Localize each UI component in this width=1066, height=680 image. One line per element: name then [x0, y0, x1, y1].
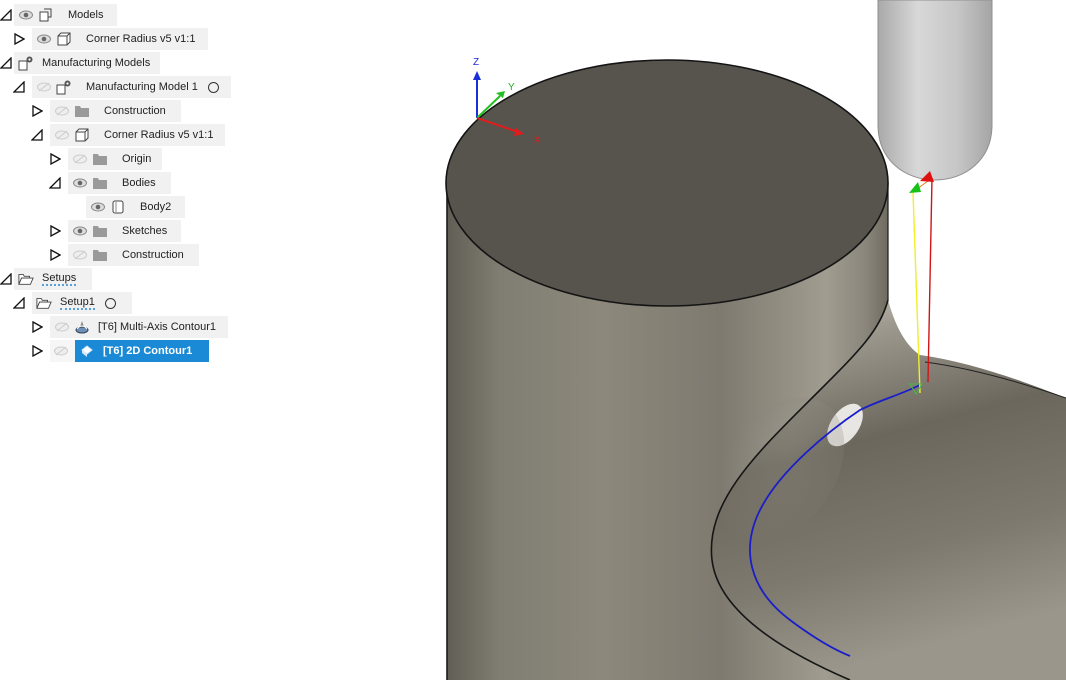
vector-arrow-green [909, 182, 921, 193]
expanded-triangle-icon[interactable] [0, 9, 12, 21]
tree-node-corner-radius-component[interactable]: Corner Radius v5 v1:1 [50, 124, 225, 146]
eye-hidden-icon[interactable] [72, 151, 88, 167]
eye-icon[interactable] [18, 7, 34, 23]
eye-hidden-icon[interactable] [54, 343, 68, 359]
component-icon [56, 31, 72, 47]
tree-label: Setups [42, 272, 77, 286]
eye-hidden-icon[interactable] [54, 319, 70, 335]
tree-node-origin[interactable]: Origin [68, 148, 162, 170]
tree-label: Construction [104, 105, 166, 117]
cylinder-top-face [445, 59, 889, 307]
tool-axis-red [927, 177, 933, 383]
folder-icon [74, 103, 90, 119]
tree-node-corner-radius-model[interactable]: Corner Radius v5 v1:1 [32, 28, 208, 50]
eye-icon[interactable] [72, 175, 88, 191]
manufacturing-model-icon [56, 79, 72, 95]
eye-hidden-icon[interactable] [72, 247, 88, 263]
folder-icon [92, 223, 108, 239]
tree-label: [T6] 2D Contour1 [103, 345, 193, 357]
eye-icon[interactable] [36, 31, 52, 47]
tree-label: Bodies [122, 177, 156, 189]
eye-hidden-icon[interactable] [54, 103, 70, 119]
tree-label: Corner Radius v5 v1:1 [86, 33, 196, 45]
component-group-icon [38, 7, 54, 23]
cutting-tool [877, 0, 993, 181]
body-icon [110, 199, 126, 215]
tree-label: Origin [122, 153, 152, 165]
expanded-triangle-icon[interactable] [13, 297, 25, 309]
tree-node-sketches[interactable]: Sketches [68, 220, 181, 242]
activate-radio-icon[interactable] [207, 81, 219, 93]
axis-label-x: X [534, 135, 541, 146]
tree-node-2d-contour-selected[interactable]: [T6] 2D Contour1 [75, 340, 209, 362]
manufacturing-model-icon [18, 55, 34, 71]
tree-node-manufacturing-model-1[interactable]: Manufacturing Model 1 [32, 76, 231, 98]
eye-hidden-icon[interactable] [54, 127, 70, 143]
collapsed-triangle-icon[interactable] [49, 249, 61, 261]
tree-label: Setup1 [60, 296, 95, 310]
tree-label: [T6] Multi-Axis Contour1 [98, 321, 216, 333]
tree-label: Manufacturing Models [42, 57, 151, 69]
contour-toolpath-icon [79, 343, 95, 359]
setup-folder-icon [36, 295, 52, 311]
tree-node-setup1[interactable]: Setup1 [32, 292, 132, 314]
collapsed-triangle-icon[interactable] [31, 321, 43, 333]
tree-label: Construction [122, 249, 184, 261]
tree-label: Body2 [140, 201, 172, 213]
activate-radio-icon[interactable] [104, 297, 116, 309]
tree-node-setups[interactable]: Setups [14, 268, 92, 290]
eye-icon[interactable] [90, 199, 106, 215]
browser-tree: Models Corner Radius v5 v1:1 Manufacturi… [0, 0, 260, 370]
tree-label: Corner Radius v5 v1:1 [104, 129, 214, 141]
axis-label-y: Y [508, 82, 515, 93]
tree-node-construction-component[interactable]: Construction [68, 244, 199, 266]
collapsed-triangle-icon[interactable] [31, 345, 43, 357]
folder-icon [92, 151, 108, 167]
collapsed-triangle-icon[interactable] [31, 105, 43, 117]
collapsed-triangle-icon[interactable] [49, 225, 61, 237]
expanded-triangle-icon[interactable] [31, 129, 43, 141]
multi-axis-toolpath-icon [74, 319, 90, 335]
tree-node-manufacturing-models[interactable]: Manufacturing Models [14, 52, 160, 74]
tree-label: Manufacturing Model 1 [86, 81, 198, 93]
expanded-triangle-icon[interactable] [0, 57, 12, 69]
tree-node-multi-axis-contour[interactable]: [T6] Multi-Axis Contour1 [50, 316, 228, 338]
component-icon [74, 127, 90, 143]
collapsed-triangle-icon[interactable] [49, 153, 61, 165]
visibility-cell[interactable] [50, 340, 75, 362]
collapsed-triangle-icon[interactable] [13, 33, 25, 45]
tree-label: Models [68, 9, 104, 21]
axis-label-z: Z [473, 57, 479, 68]
expanded-triangle-icon[interactable] [49, 177, 61, 189]
tree-label: Sketches [122, 225, 168, 237]
tree-node-construction[interactable]: Construction [50, 100, 181, 122]
expanded-triangle-icon[interactable] [13, 81, 25, 93]
folder-icon [92, 247, 108, 263]
eye-hidden-icon[interactable] [36, 79, 52, 95]
tree-node-bodies[interactable]: Bodies [68, 172, 171, 194]
eye-icon[interactable] [72, 223, 88, 239]
folder-icon [92, 175, 108, 191]
tree-node-body2[interactable]: Body2 [86, 196, 185, 218]
tree-node-models[interactable]: Models [14, 4, 117, 26]
expanded-triangle-icon[interactable] [0, 273, 12, 285]
setup-folder-icon [18, 271, 34, 287]
